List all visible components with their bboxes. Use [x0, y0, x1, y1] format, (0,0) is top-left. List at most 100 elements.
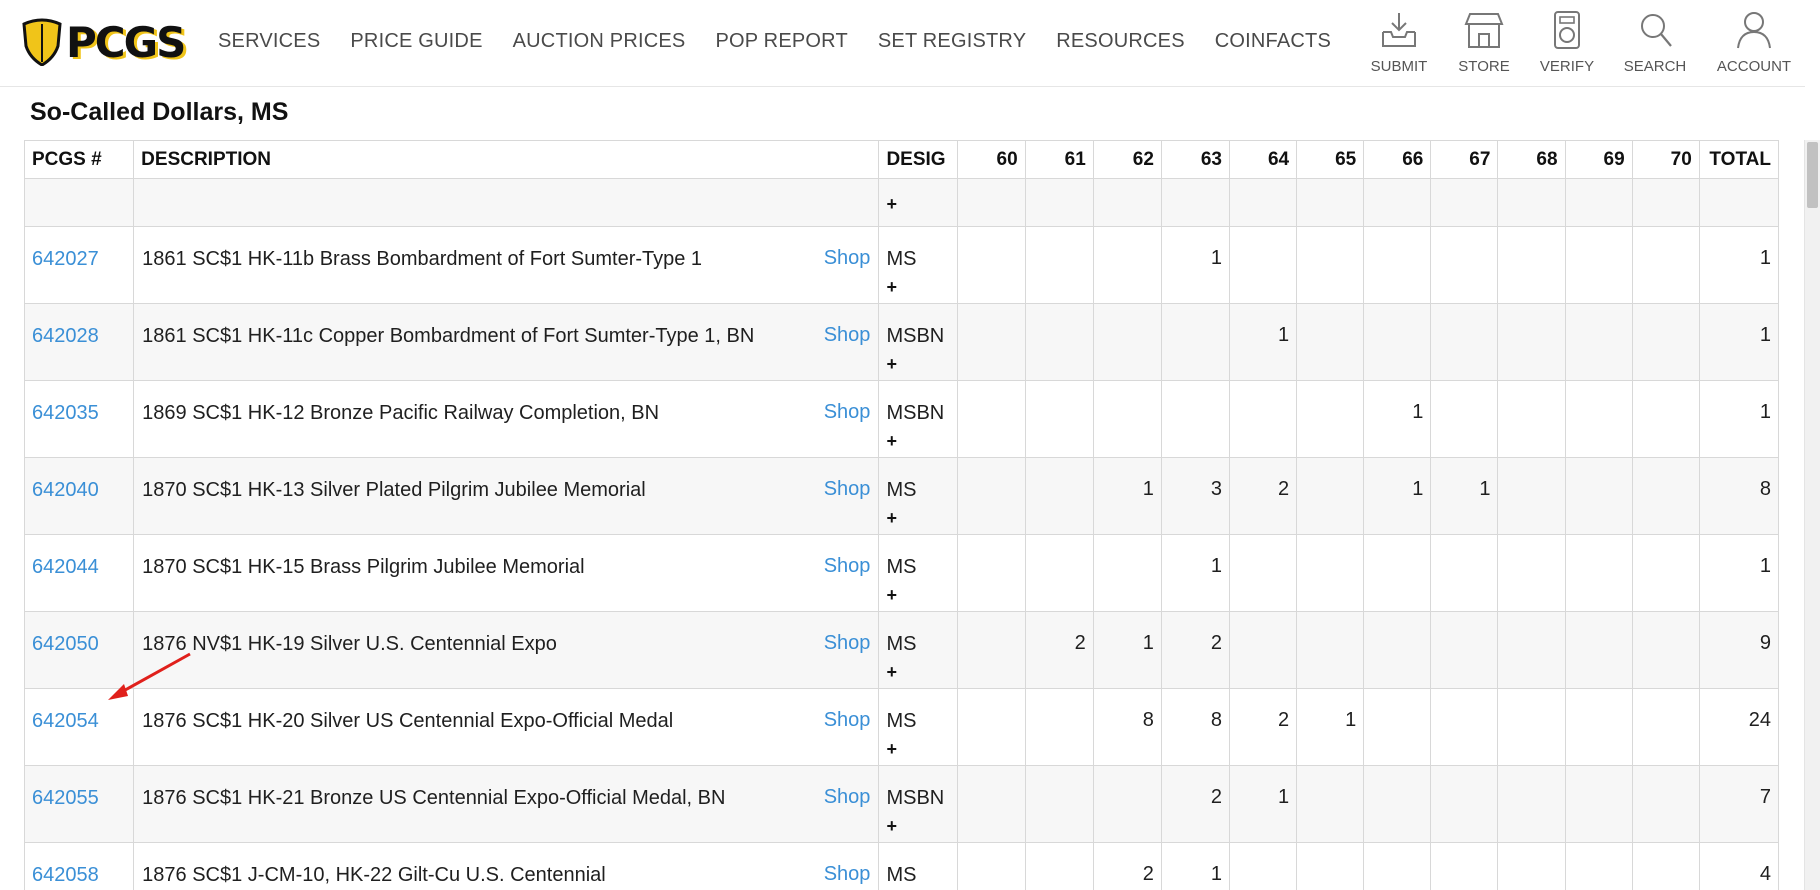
shop-link[interactable]: Shop — [824, 247, 871, 270]
header-description[interactable]: DESCRIPTION — [133, 140, 880, 179]
verify-button[interactable]: VERIFY — [1527, 10, 1607, 75]
cell-count[interactable]: 2 — [1160, 765, 1231, 843]
store-button[interactable]: STORE — [1441, 10, 1527, 75]
header-grade-60[interactable]: 60 — [956, 140, 1026, 179]
header-grade-64[interactable]: 64 — [1228, 140, 1298, 179]
cell-count — [1296, 765, 1365, 843]
pcgs-number-link[interactable]: 642050 — [26, 613, 132, 656]
cell-count[interactable]: 2 — [1160, 611, 1231, 689]
expand-button[interactable]: + — [880, 579, 955, 606]
logo-wordmark: PCGS — [66, 18, 186, 67]
coin-holder-icon — [1554, 11, 1580, 49]
cell-count[interactable]: 8 — [1160, 688, 1231, 766]
storefront-icon — [1464, 13, 1504, 48]
cell-count[interactable]: 2 — [1092, 842, 1162, 890]
search-button[interactable]: SEARCH — [1607, 10, 1703, 75]
expand-button[interactable]: + — [880, 271, 955, 298]
nav-pop-report[interactable]: POP REPORT — [715, 30, 847, 53]
expand-button[interactable]: + — [880, 348, 955, 375]
shop-link[interactable]: Shop — [824, 632, 871, 655]
table-row: 642055 1876 SC$1 HK-21 Bronze US Centenni… — [24, 765, 1779, 843]
cell-count[interactable]: 1 — [1296, 688, 1365, 766]
cell-count — [956, 380, 1026, 458]
cell-count — [956, 688, 1026, 766]
cell-count[interactable]: 1 — [1160, 534, 1231, 612]
expand-button[interactable]: + — [880, 425, 955, 452]
header-grade-67[interactable]: 67 — [1430, 140, 1499, 179]
pcgs-number-link[interactable]: 642054 — [26, 690, 132, 733]
cell-count[interactable]: 1 — [1160, 842, 1231, 890]
cell-count[interactable]: 8 — [1092, 688, 1162, 766]
header-grade-65[interactable]: 65 — [1296, 140, 1365, 179]
shield-icon — [22, 18, 62, 66]
table-row: 642044 1870 SC$1 HK-15 Brass Pilgrim Jubi… — [24, 534, 1779, 612]
cell-count — [1024, 226, 1094, 304]
shop-link[interactable]: Shop — [824, 555, 871, 578]
cell-count[interactable]: 1 — [1228, 303, 1298, 381]
cell-desig: MSBN + — [878, 380, 958, 458]
header-pcgs[interactable]: PCGS # — [24, 140, 135, 179]
header-desig[interactable]: DESIG — [878, 140, 958, 179]
cell-count — [1296, 457, 1365, 535]
header-grade-62[interactable]: 62 — [1092, 140, 1162, 179]
header-grade-66[interactable]: 66 — [1363, 140, 1432, 179]
cell-count — [1430, 765, 1499, 843]
shop-link[interactable]: Shop — [824, 401, 871, 424]
pcgs-number-link[interactable]: 642044 — [26, 536, 132, 579]
expand-button[interactable]: + — [880, 180, 955, 215]
store-label: STORE — [1458, 58, 1510, 75]
cell-count[interactable]: 1 — [1228, 765, 1298, 843]
expand-button[interactable]: + — [880, 502, 955, 529]
pcgs-number-link[interactable]: 642055 — [26, 767, 132, 810]
pcgs-number-link[interactable]: 642035 — [26, 382, 132, 425]
cell-count[interactable]: 1 — [1363, 457, 1432, 535]
header-grade-63[interactable]: 63 — [1160, 140, 1231, 179]
expand-button[interactable]: + — [880, 656, 955, 683]
scrollbar-thumb[interactable] — [1807, 142, 1818, 208]
shop-link[interactable]: Shop — [824, 709, 871, 732]
pcgs-logo[interactable]: PCGS — [22, 18, 186, 68]
nav-resources[interactable]: RESOURCES — [1056, 30, 1185, 53]
expand-button[interactable]: + — [880, 810, 955, 837]
designation: MS — [886, 248, 917, 270]
cell-count[interactable]: 3 — [1160, 457, 1231, 535]
shop-link[interactable]: Shop — [824, 863, 871, 886]
pcgs-number-link[interactable]: 642027 — [26, 228, 132, 271]
shop-link[interactable]: Shop — [824, 478, 871, 501]
cell-pcgs: 642054 — [24, 688, 135, 766]
nav-coinfacts[interactable]: COINFACTS — [1215, 30, 1331, 53]
expand-button[interactable]: + — [880, 733, 955, 760]
nav-price-guide[interactable]: PRICE GUIDE — [350, 30, 482, 53]
cell-count — [1430, 842, 1499, 890]
pcgs-number-link[interactable]: 642058 — [26, 844, 132, 887]
table-row: 642027 1861 SC$1 HK-11b Brass Bombardment… — [24, 226, 1779, 304]
cell-count — [1497, 611, 1566, 689]
cell-count[interactable]: 2 — [1228, 688, 1298, 766]
cell-count[interactable]: 2 — [1228, 457, 1298, 535]
pcgs-number-link[interactable]: 642040 — [26, 459, 132, 502]
cell-count[interactable]: 1 — [1160, 226, 1231, 304]
nav-set-registry[interactable]: SET REGISTRY — [878, 30, 1026, 53]
header-total[interactable]: TOTAL — [1698, 140, 1779, 179]
cell-count — [1024, 842, 1094, 890]
cell-count[interactable]: 2 — [1024, 611, 1094, 689]
header-grade-68[interactable]: 68 — [1497, 140, 1566, 179]
shop-link[interactable]: Shop — [824, 324, 871, 347]
shop-link[interactable]: Shop — [824, 786, 871, 809]
pcgs-number-link[interactable]: 642028 — [26, 305, 132, 348]
header-grade-70[interactable]: 70 — [1631, 140, 1700, 179]
cell-count[interactable]: 1 — [1092, 611, 1162, 689]
cell-count[interactable]: 1 — [1430, 457, 1499, 535]
cell-count — [1024, 457, 1094, 535]
table-row: 642054 1876 SC$1 HK-20 Silver US Centenni… — [24, 688, 1779, 766]
account-button[interactable]: ACCOUNT — [1703, 10, 1805, 75]
cell-count[interactable]: 1 — [1092, 457, 1162, 535]
cell-count[interactable]: 1 — [1363, 380, 1432, 458]
submit-button[interactable]: SUBMIT — [1357, 10, 1441, 75]
nav-auction-prices[interactable]: AUCTION PRICES — [513, 30, 686, 53]
header-grade-61[interactable]: 61 — [1024, 140, 1094, 179]
page-scrollbar[interactable] — [1804, 140, 1820, 890]
table-header-row: PCGS # DESCRIPTION DESIG 60 61 62 63 64 … — [24, 140, 1779, 179]
nav-services[interactable]: SERVICES — [218, 30, 320, 53]
header-grade-69[interactable]: 69 — [1564, 140, 1633, 179]
